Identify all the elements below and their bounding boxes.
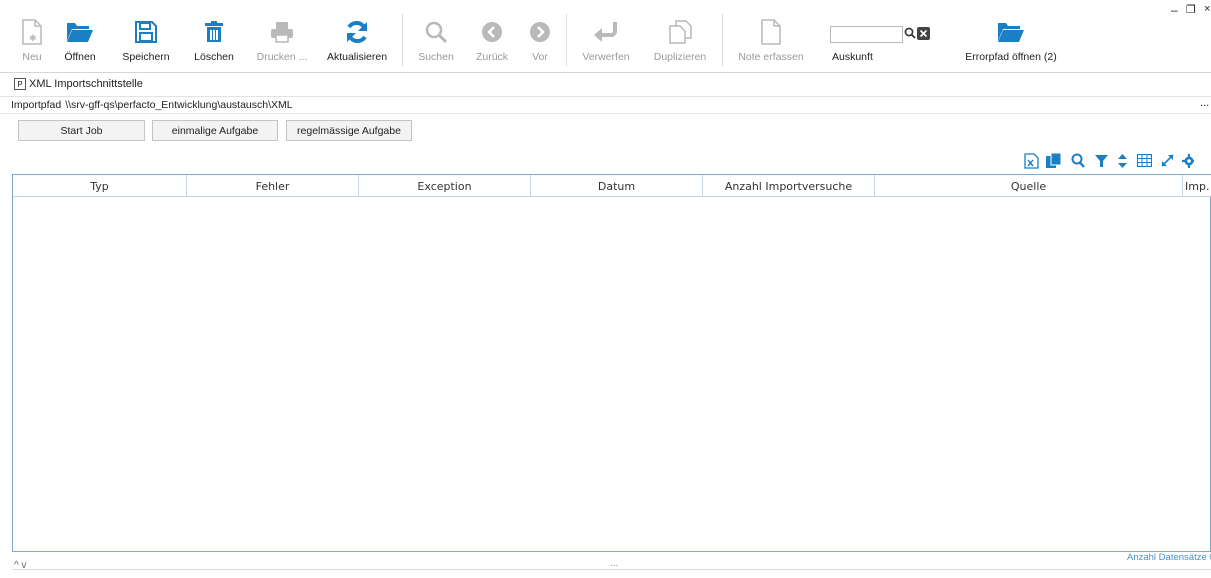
close-button[interactable]: ×	[1204, 3, 1210, 15]
delete-button[interactable]: Löschen	[190, 0, 238, 72]
note-button[interactable]: Note erfassen	[736, 0, 806, 72]
toolbar: ✱ Neu Öffnen Speichern Löschen Drucken .…	[0, 0, 1211, 73]
open-label: Öffnen	[64, 51, 96, 63]
window-title: XML Importschnittstelle	[29, 78, 143, 90]
delete-label: Löschen	[194, 51, 234, 63]
search-icon	[425, 18, 447, 46]
column-header-fehler[interactable]: Fehler	[187, 175, 359, 197]
column-header-typ[interactable]: Typ	[13, 175, 187, 197]
undo-icon	[593, 18, 619, 46]
table-header: Typ Fehler Exception Datum Anzahl Import…	[13, 175, 1211, 197]
window-titlebar: P XML Importschnittstelle	[0, 74, 1211, 94]
folder-open-icon	[66, 18, 94, 46]
import-table: Typ Fehler Exception Datum Anzahl Import…	[12, 174, 1211, 552]
import-path-label: Importpfad	[11, 99, 62, 111]
column-header-exception[interactable]: Exception	[359, 175, 531, 197]
start-job-button[interactable]: Start Job	[18, 120, 145, 141]
splitter-handle[interactable]: ...	[610, 558, 618, 569]
folder-open-icon	[997, 18, 1025, 46]
bottom-divider	[12, 569, 1211, 570]
new-label: Neu	[22, 51, 42, 63]
search-icon[interactable]	[1071, 153, 1085, 171]
errorpath-label: Errorpfad öffnen (2)	[965, 51, 1057, 63]
filter-icon[interactable]	[1095, 154, 1108, 171]
search-button[interactable]: Suchen	[414, 0, 458, 72]
print-button[interactable]: Drucken ...	[254, 0, 310, 72]
column-header-imp[interactable]: Imp.	[1183, 175, 1211, 197]
column-header-datum[interactable]: Datum	[531, 175, 703, 197]
forward-icon	[529, 18, 551, 46]
columns-icon[interactable]	[1136, 153, 1153, 170]
minimize-button[interactable]: –	[1171, 3, 1178, 17]
new-button[interactable]: ✱ Neu	[14, 0, 50, 72]
errorpath-button[interactable]: Errorpfad öffnen (2)	[956, 0, 1066, 72]
import-path-browse-button[interactable]: ...	[1200, 97, 1209, 109]
once-task-button[interactable]: einmalige Aufgabe	[152, 120, 278, 141]
refresh-label: Aktualisieren	[326, 51, 388, 63]
status-bar: ^ v ... Anzahl Datensätze 0	[12, 552, 1211, 578]
import-path-bar: Importpfad \\srv-gff-qs\perfacto_Entwick…	[0, 96, 1211, 114]
record-count-label: Anzahl Datensätze 0	[1127, 552, 1211, 563]
grid-toolbar	[1024, 152, 1194, 172]
print-label: Drucken ...	[256, 51, 308, 63]
window-app-icon: P	[14, 78, 26, 90]
toolbar-separator	[566, 14, 567, 66]
sort-icon[interactable]	[1118, 153, 1127, 171]
duplicate-label: Duplizieren	[653, 51, 707, 63]
auskunft-label: Auskunft	[832, 51, 873, 63]
open-button[interactable]: Öffnen	[58, 0, 102, 72]
auskunft-clear-icon[interactable]	[917, 27, 930, 40]
forward-label: Vor	[532, 51, 548, 63]
recurring-task-button[interactable]: regelmässige Aufgabe	[286, 120, 412, 141]
forward-button[interactable]: Vor	[524, 0, 556, 72]
column-header-quelle[interactable]: Quelle	[875, 175, 1183, 197]
printer-icon	[270, 18, 294, 46]
settings-gear-icon[interactable]	[1182, 153, 1194, 171]
trash-icon	[205, 18, 223, 46]
auskunft-search-icon[interactable]	[904, 27, 916, 42]
save-button[interactable]: Speichern	[118, 0, 174, 72]
duplicate-icon	[668, 18, 692, 46]
svg-text:✱: ✱	[29, 34, 37, 44]
duplicate-button[interactable]: Duplizieren	[650, 0, 710, 72]
excel-export-icon[interactable]	[1024, 152, 1039, 172]
back-button[interactable]: Zurück	[470, 0, 514, 72]
back-label: Zurück	[475, 51, 509, 63]
new-document-icon: ✱	[21, 18, 43, 46]
import-path-value: \\srv-gff-qs\perfacto_Entwicklung\austau…	[65, 99, 293, 111]
auskunft-input[interactable]	[830, 26, 903, 43]
copy-icon[interactable]	[1046, 152, 1062, 172]
search-label: Suchen	[418, 51, 454, 63]
refresh-icon	[345, 18, 369, 46]
save-icon	[135, 18, 157, 46]
save-label: Speichern	[122, 51, 170, 63]
note-label: Note erfassen	[738, 51, 804, 63]
back-icon	[481, 18, 503, 46]
toolbar-separator	[722, 14, 723, 66]
toolbar-separator	[402, 14, 403, 66]
discard-label: Verwerfen	[582, 51, 630, 63]
expand-icon[interactable]	[1161, 154, 1174, 170]
note-icon	[761, 18, 781, 46]
refresh-button[interactable]: Aktualisieren	[324, 0, 390, 72]
column-header-anzahl-importversuche[interactable]: Anzahl Importversuche	[703, 175, 875, 197]
restore-button[interactable]: ❐	[1186, 3, 1196, 16]
discard-button[interactable]: Verwerfen	[578, 0, 634, 72]
